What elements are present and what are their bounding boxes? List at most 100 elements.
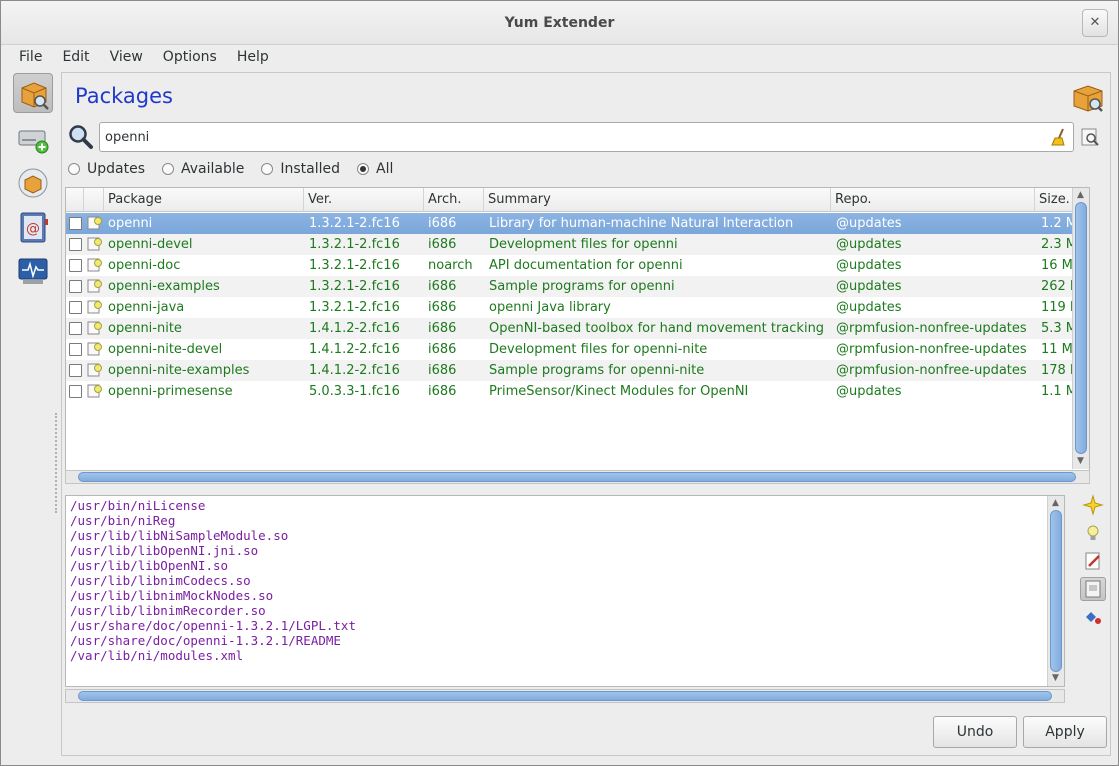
header-check[interactable] xyxy=(66,188,84,212)
search-field[interactable] xyxy=(99,122,1074,152)
menu-file[interactable]: File xyxy=(9,45,52,71)
files-scroll-down-arrow[interactable]: ▼ xyxy=(1052,673,1059,683)
package-repo: @rpmfusion-nonfree-updates xyxy=(836,363,1027,378)
menu-help[interactable]: Help xyxy=(227,45,279,71)
file-path: /usr/bin/niReg xyxy=(70,513,176,528)
page-title: Packages xyxy=(75,84,173,108)
package-checkbox[interactable] xyxy=(69,322,82,335)
table-row[interactable]: openni-nite 1.4.1.2-2.fc16 i686 OpenNI-base… xyxy=(66,318,1089,339)
files-hscroll-thumb[interactable] xyxy=(78,691,1052,701)
filter-updates[interactable]: Updates xyxy=(68,161,145,177)
sidebar-grip[interactable] xyxy=(55,413,59,513)
package-checkbox[interactable] xyxy=(69,217,82,230)
table-row[interactable]: openni-nite-devel 1.4.1.2-2.fc16 i686 Devel… xyxy=(66,339,1089,360)
package-checkbox[interactable] xyxy=(69,364,82,377)
sidebar-packages-button[interactable] xyxy=(13,73,53,113)
package-arch: i686 xyxy=(428,363,457,378)
table-hscroll-thumb[interactable] xyxy=(78,472,1076,482)
package-lightbulb-icon xyxy=(87,384,102,398)
package-summary: Development files for openni xyxy=(489,237,678,252)
table-row[interactable]: openni-examples 1.3.2.1-2.fc16 i686 Sample … xyxy=(66,276,1089,297)
radio-available[interactable] xyxy=(162,163,174,175)
filter-all[interactable]: All xyxy=(357,161,393,177)
menu-options[interactable]: Options xyxy=(153,45,227,71)
package-version: 1.3.2.1-2.fc16 xyxy=(309,300,400,315)
changelog-tab[interactable] xyxy=(1080,549,1106,573)
radio-all[interactable] xyxy=(357,163,370,175)
sidebar-groups-button[interactable] xyxy=(13,163,53,203)
table-row[interactable]: openni-doc 1.3.2.1-2.fc16 noarch API docume… xyxy=(66,255,1089,276)
undo-button[interactable]: Undo xyxy=(933,716,1017,748)
package-summary: OpenNI-based toolbox for hand movement t… xyxy=(489,321,825,336)
header-repo[interactable]: Repo. xyxy=(831,188,1035,212)
files-scroll-up-arrow[interactable]: ▲ xyxy=(1052,498,1059,508)
package-lightbulb-icon xyxy=(87,342,102,356)
scroll-up-arrow[interactable]: ▲ xyxy=(1077,190,1084,200)
files-tab[interactable] xyxy=(1080,577,1106,601)
header-package[interactable]: Package xyxy=(104,188,304,212)
package-summary: PrimeSensor/Kinect Modules for OpenNI xyxy=(489,384,749,399)
package-version: 1.3.2.1-2.fc16 xyxy=(309,237,400,252)
description-tab[interactable] xyxy=(1080,493,1106,517)
filter-available[interactable]: Available xyxy=(162,161,244,177)
table-scroll-thumb[interactable] xyxy=(1075,202,1087,454)
header-arch[interactable]: Arch. xyxy=(424,188,484,212)
header-status[interactable] xyxy=(84,188,104,212)
table-row[interactable]: openni-primesense 5.0.3.3-1.fc16 i686 Prime… xyxy=(66,381,1089,402)
files-horizontal-scrollbar[interactable] xyxy=(65,689,1065,703)
package-checkbox[interactable] xyxy=(69,385,82,398)
filter-installed[interactable]: Installed xyxy=(261,161,340,177)
updates-lightbulb-icon xyxy=(1087,525,1099,540)
package-repo: @updates xyxy=(836,216,902,231)
search-options-icon[interactable] xyxy=(1080,127,1100,147)
sidebar-output-button[interactable] xyxy=(13,251,53,291)
package-name: openni-examples xyxy=(108,279,220,294)
search-input[interactable] xyxy=(105,128,1035,146)
menu-view[interactable]: View xyxy=(100,45,153,71)
package-name: openni-nite xyxy=(108,321,182,336)
file-path: /usr/lib/libNiSampleModule.so xyxy=(70,528,289,543)
menu-edit[interactable]: Edit xyxy=(52,45,99,71)
updates-tab[interactable] xyxy=(1080,521,1106,545)
radio-installed[interactable] xyxy=(261,163,274,175)
package-checkbox[interactable] xyxy=(69,343,82,356)
dependencies-tab[interactable] xyxy=(1080,605,1106,629)
header-summary[interactable]: Summary xyxy=(484,188,831,212)
close-button[interactable]: ✕ xyxy=(1082,9,1108,37)
table-vertical-scrollbar[interactable]: ▲ ▼ xyxy=(1072,188,1089,469)
package-checkbox[interactable] xyxy=(69,238,82,251)
package-summary: openni Java library xyxy=(489,300,611,315)
clear-broom-icon[interactable] xyxy=(1049,127,1069,147)
package-arch: i686 xyxy=(428,279,457,294)
apply-button[interactable]: Apply xyxy=(1023,716,1107,748)
table-row[interactable]: openni-devel 1.3.2.1-2.fc16 i686 Developmen… xyxy=(66,234,1089,255)
files-vertical-scrollbar[interactable]: ▲ ▼ xyxy=(1047,496,1064,686)
scroll-down-arrow[interactable]: ▼ xyxy=(1077,456,1084,466)
file-path: /usr/lib/libOpenNI.jni.so xyxy=(70,543,259,558)
table-horizontal-scrollbar[interactable] xyxy=(65,470,1090,484)
package-repo: @updates xyxy=(836,300,902,315)
file-path: /usr/bin/niLicense xyxy=(70,498,206,513)
package-checkbox[interactable] xyxy=(69,301,82,314)
file-path: /usr/lib/libOpenNI.so xyxy=(70,558,229,573)
table-row[interactable]: openni 1.3.2.1-2.fc16 i686 Library for huma… xyxy=(66,213,1089,234)
groups-icon xyxy=(18,168,48,198)
sidebar-repositories-button[interactable] xyxy=(13,119,53,159)
package-checkbox[interactable] xyxy=(69,259,82,272)
file-path: /usr/share/doc/openni-1.3.2.1/README xyxy=(70,633,341,648)
package-table: Package Ver. Arch. Summary Repo. Size. o… xyxy=(65,187,1090,484)
package-repo: @rpmfusion-nonfree-updates xyxy=(836,342,1027,357)
package-repo: @updates xyxy=(836,237,902,252)
package-version: 1.4.1.2-2.fc16 xyxy=(309,321,400,336)
sidebar-history-button[interactable]: @ xyxy=(13,207,53,247)
output-monitor-icon xyxy=(18,258,48,284)
package-name: openni-nite-devel xyxy=(108,342,223,357)
files-scroll-thumb[interactable] xyxy=(1050,510,1062,672)
table-row[interactable]: openni-nite-examples 1.4.1.2-2.fc16 i686 Sa… xyxy=(66,360,1089,381)
package-checkbox[interactable] xyxy=(69,280,82,293)
table-row[interactable]: openni-java 1.3.2.1-2.fc16 i686 openni Java… xyxy=(66,297,1089,318)
filter-installed-label: Installed xyxy=(280,161,341,177)
package-arch: i686 xyxy=(428,342,457,357)
radio-updates[interactable] xyxy=(68,163,80,175)
header-version[interactable]: Ver. xyxy=(304,188,424,212)
